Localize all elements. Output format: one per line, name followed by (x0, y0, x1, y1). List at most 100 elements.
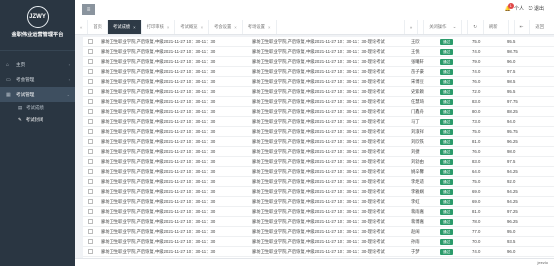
row-select[interactable] (83, 136, 101, 147)
row-checkbox[interactable] (88, 99, 93, 105)
table-row[interactable]: 廊坊卫生职业学院,产后恢复,中级2021-11-27 10：30-11：30廊坊… (83, 156, 554, 167)
cell-school: 廊坊卫生职业学院,产后恢复,中级2021-11-27 10：30-11：30 (101, 146, 252, 157)
table-row[interactable]: 廊坊卫生职业学院,产后恢复,中级2021-11-27 10：30-11：30廊坊… (83, 76, 554, 87)
row-checkbox[interactable] (88, 249, 93, 255)
row-checkbox[interactable] (88, 79, 93, 85)
row-checkbox[interactable] (88, 89, 93, 95)
refresh-button[interactable]: ↻ 刷新 (461, 20, 507, 34)
tab-print-review[interactable]: 打印审核 × (142, 20, 176, 34)
row-select[interactable] (83, 46, 101, 57)
cell-score-1: 75.0 (472, 176, 507, 187)
tab-home[interactable]: 首页 (88, 20, 108, 34)
row-select[interactable] (83, 196, 101, 207)
table-row[interactable]: 廊坊卫生职业学院,产后恢复,中级2021-11-27 10：30-11：30廊坊… (83, 96, 554, 107)
row-select[interactable] (83, 236, 101, 247)
sidebar-item-home[interactable]: ⌂ 主页 › (0, 57, 75, 72)
table-row[interactable]: 廊坊卫生职业学院,产后恢复,中级2021-11-27 10：30-11：30廊坊… (83, 146, 554, 157)
tab-scroll-right[interactable]: » (403, 20, 417, 34)
cell-exam: 廊坊卫生职业学院,产后恢复,中级2021-11-27 10：30-11：30-理… (252, 106, 411, 117)
close-icon[interactable]: × (167, 25, 170, 30)
table-row[interactable]: 廊坊卫生职业学院,产后恢复,中级2021-11-27 10：30-11：30廊坊… (83, 66, 554, 77)
tab-action-label: 返回 (529, 20, 549, 34)
tab-scroll-left[interactable]: « (75, 20, 89, 34)
table-row[interactable]: 廊坊卫生职业学院,产后恢复,中级2021-11-27 10：30-11：30廊坊… (83, 86, 554, 97)
row-checkbox[interactable] (88, 179, 93, 185)
row-select[interactable] (83, 66, 101, 77)
back-button[interactable]: ⇤ 返回 (507, 20, 554, 34)
row-checkbox[interactable] (88, 49, 93, 55)
status-badge: 通过 (440, 48, 454, 55)
close-icon[interactable]: × (234, 25, 237, 30)
row-select[interactable] (83, 56, 101, 67)
row-checkbox[interactable] (88, 199, 93, 205)
close-operations-button[interactable]: 关闭操作 ⌄ (417, 20, 461, 34)
table-row[interactable]: 廊坊卫生职业学院,产后恢复,中级2021-11-27 10：30-11：30廊坊… (83, 176, 554, 187)
table-row[interactable]: 廊坊卫生职业学院,产后恢复,中级2021-11-27 10：30-11：30廊坊… (83, 206, 554, 217)
cell-status: 通过 (440, 136, 472, 147)
table-row[interactable]: 廊坊卫生职业学院,产后恢复,中级2021-11-27 10：30-11：30廊坊… (83, 236, 554, 247)
row-checkbox[interactable] (88, 219, 93, 225)
menu-toggle-button[interactable]: ≡ (82, 4, 95, 15)
cell-score-1: 69.0 (472, 186, 507, 197)
row-select[interactable] (83, 96, 101, 107)
user-menu[interactable]: 🔔 1 个人 (505, 2, 524, 12)
table-row[interactable]: 廊坊卫生职业学院,产后恢复,中级2021-11-27 10：30-11：30廊坊… (83, 106, 554, 117)
close-icon[interactable]: × (268, 25, 271, 30)
table-row[interactable]: 廊坊卫生职业学院,产后恢复,中级2021-11-27 10：30-11：30廊坊… (83, 116, 554, 127)
tab-exam-overview[interactable]: 考试概览 × (175, 20, 210, 34)
row-select[interactable] (83, 76, 101, 87)
table-row[interactable]: 廊坊卫生职业学院,产后恢复,中级2021-11-27 10：30-11：30廊坊… (83, 216, 554, 227)
row-checkbox[interactable] (88, 109, 93, 115)
row-select[interactable] (83, 216, 101, 227)
table-row[interactable]: 廊坊卫生职业学院,产后恢复,中级2021-11-27 10：30-11：30廊坊… (83, 46, 554, 57)
row-select[interactable] (83, 226, 101, 237)
row-checkbox[interactable] (88, 169, 93, 175)
row-checkbox[interactable] (88, 39, 93, 45)
row-select[interactable] (83, 186, 101, 197)
tab-conference-settings[interactable]: 考会设置 × (209, 20, 243, 34)
row-checkbox[interactable] (88, 69, 93, 75)
tab-exam-scores[interactable]: 考试成绩 × (107, 20, 142, 34)
tab-room-settings[interactable]: 考场设置 × (243, 20, 277, 34)
row-select[interactable] (83, 126, 101, 137)
row-select[interactable] (83, 106, 101, 117)
row-select[interactable] (83, 116, 101, 127)
row-checkbox[interactable] (88, 209, 93, 215)
table-row[interactable]: 廊坊卫生职业学院,产后恢复,中级2021-11-27 10：30-11：30廊坊… (83, 246, 554, 257)
close-icon[interactable]: × (201, 25, 204, 30)
table-row[interactable]: 廊坊卫生职业学院,产后恢复,中级2021-11-27 10：30-11：30廊坊… (83, 37, 554, 47)
row-select[interactable] (83, 146, 101, 157)
table-row[interactable]: 廊坊卫生职业学院,产后恢复,中级2021-11-27 10：30-11：30廊坊… (83, 196, 554, 207)
close-icon[interactable]: × (133, 25, 136, 30)
row-checkbox[interactable] (88, 119, 93, 125)
sidebar-subitem-scores[interactable]: ▤ 考试成绩 (0, 102, 75, 114)
sidebar-subitem-close[interactable]: ✎ 考试封闭 (0, 114, 75, 126)
row-select[interactable] (83, 206, 101, 217)
table-row[interactable]: 廊坊卫生职业学院,产后恢复,中级2021-11-27 10：30-11：30廊坊… (83, 126, 554, 137)
logout-button[interactable]: ⎋ 退出 (529, 5, 544, 12)
sidebar-item-exam[interactable]: ▦ 考试管理 ⌄ (0, 87, 75, 102)
row-select[interactable] (83, 246, 101, 257)
sidebar-item-conference[interactable]: ▭ 考会管理 › (0, 72, 75, 87)
row-select[interactable] (83, 176, 101, 187)
table-row[interactable]: 廊坊卫生职业学院,产后恢复,中级2021-11-27 10：30-11：30廊坊… (83, 136, 554, 147)
row-checkbox[interactable] (88, 239, 93, 245)
table-row[interactable]: 廊坊卫生职业学院,产后恢复,中级2021-11-27 10：30-11：30廊坊… (83, 56, 554, 67)
row-checkbox[interactable] (88, 139, 93, 145)
row-select[interactable] (83, 37, 101, 47)
row-checkbox[interactable] (88, 189, 93, 195)
row-select[interactable] (83, 156, 101, 167)
row-checkbox[interactable] (88, 149, 93, 155)
cell-score-1: 76.0 (472, 146, 507, 157)
row-checkbox[interactable] (88, 129, 93, 135)
row-select[interactable] (83, 166, 101, 177)
table-row[interactable]: 廊坊卫生职业学院,产后恢复,中级2021-11-27 10：30-11：30廊坊… (83, 226, 554, 237)
table-row[interactable]: 廊坊卫生职业学院,产后恢复,中级2021-11-27 10：30-11：30廊坊… (83, 186, 554, 197)
row-checkbox[interactable] (88, 59, 93, 65)
table-row[interactable]: 廊坊卫生职业学院,产后恢复,中级2021-11-27 10：30-11：30廊坊… (83, 166, 554, 177)
row-select[interactable] (83, 86, 101, 97)
sidebar-item-label: 考会管理 (16, 76, 35, 82)
row-checkbox[interactable] (88, 229, 93, 235)
row-checkbox[interactable] (88, 159, 93, 165)
chevron-down-icon: ⌄ (66, 92, 70, 97)
